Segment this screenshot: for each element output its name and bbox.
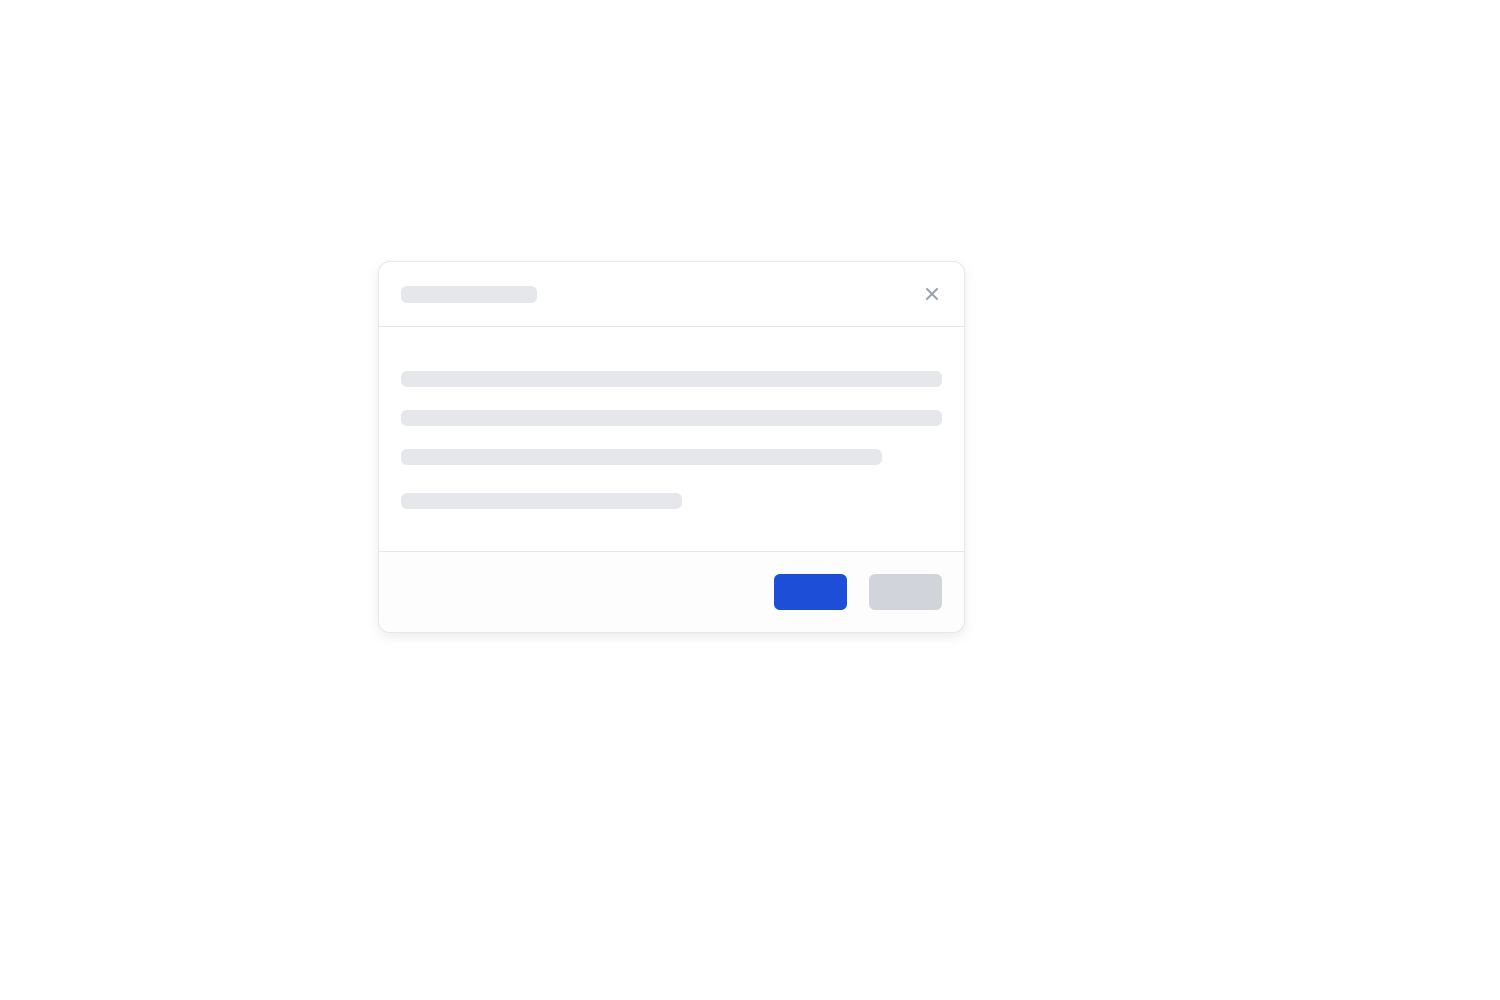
modal-title-skeleton [401,286,537,303]
modal-dialog [378,261,965,633]
modal-footer [379,551,964,632]
close-button[interactable] [922,284,942,304]
secondary-button[interactable] [869,574,942,610]
modal-header [379,262,964,327]
body-line-skeleton [401,493,682,509]
body-line-skeleton [401,410,942,426]
body-line-skeleton [401,449,882,465]
primary-button[interactable] [774,574,847,610]
close-icon [922,284,942,304]
body-line-skeleton [401,371,942,387]
modal-body [379,327,964,551]
